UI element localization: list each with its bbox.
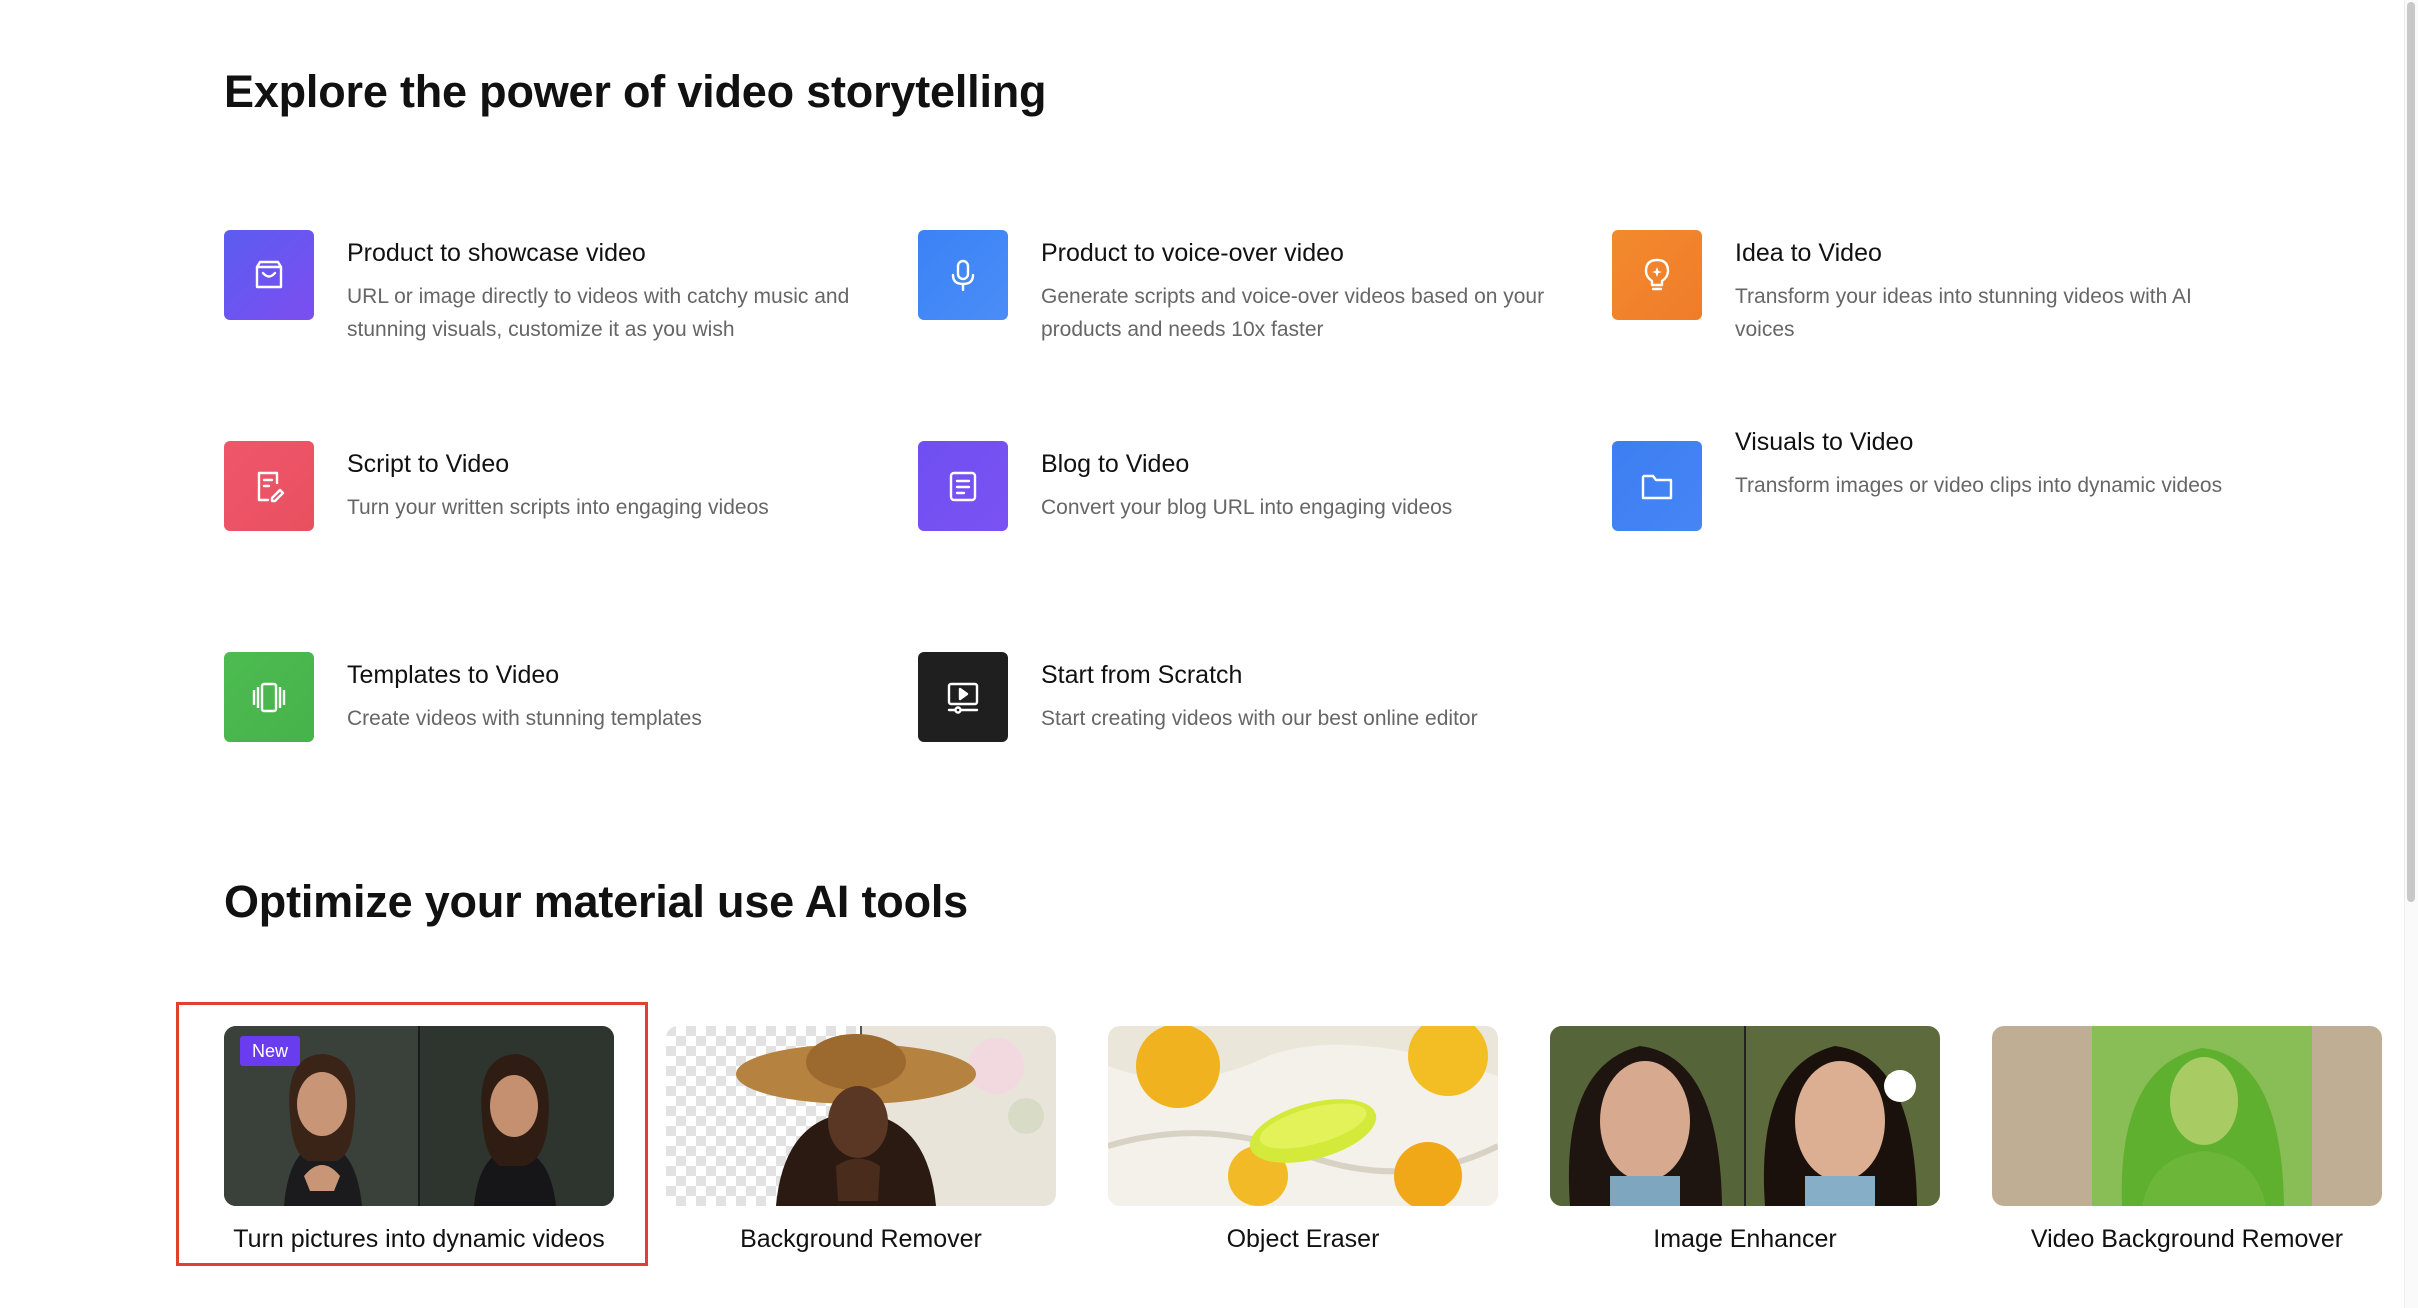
feature-description: Transform your ideas into stunning video… bbox=[1735, 285, 2192, 341]
optimize-section-title: Optimize your material use AI tools bbox=[224, 876, 969, 927]
microphone-icon bbox=[918, 230, 1008, 320]
tool-video-background-remover[interactable]: Video Background Remover bbox=[1992, 1026, 2382, 1256]
folder-icon bbox=[1612, 441, 1702, 531]
shopping-bag-icon bbox=[224, 230, 314, 320]
feature-product-to-showcase-video[interactable]: Product to showcase video URL or image d… bbox=[224, 230, 864, 350]
tool-thumbnail bbox=[1992, 1026, 2382, 1206]
feature-title: Blog to Video bbox=[1041, 450, 1190, 478]
scrollbar-thumb[interactable] bbox=[2407, 2, 2415, 902]
feature-blog-to-video[interactable]: Blog to Video Convert your blog URL into… bbox=[918, 441, 1558, 561]
lightbulb-icon bbox=[1612, 230, 1702, 320]
templates-icon bbox=[224, 652, 314, 742]
tool-image-enhancer[interactable]: Image Enhancer bbox=[1550, 1026, 1940, 1256]
video-editor-icon bbox=[918, 652, 1008, 742]
feature-description: Convert your blog URL into engaging vide… bbox=[1041, 496, 1453, 519]
feature-title: Idea to Video bbox=[1735, 239, 1882, 267]
tool-thumbnail bbox=[1108, 1026, 1498, 1206]
tool-label: Image Enhancer bbox=[1653, 1225, 1837, 1253]
script-edit-icon bbox=[224, 441, 314, 531]
tool-background-remover[interactable]: Background Remover bbox=[666, 1026, 1056, 1256]
tool-turn-pictures-into-dynamic-videos[interactable]: New Turn pictures into dynamic videos bbox=[224, 1026, 614, 1256]
document-lines-icon bbox=[918, 441, 1008, 531]
tool-label: Turn pictures into dynamic videos bbox=[233, 1225, 605, 1253]
scrollbar[interactable] bbox=[2404, 0, 2418, 1308]
tool-label: Object Eraser bbox=[1226, 1225, 1380, 1253]
feature-title: Product to showcase video bbox=[347, 239, 646, 267]
feature-title: Product to voice-over video bbox=[1041, 239, 1344, 267]
tool-thumbnail: New bbox=[224, 1026, 614, 1206]
feature-visuals-to-video[interactable]: Visuals to Video Transform images or vid… bbox=[1612, 428, 2252, 561]
feature-templates-to-video[interactable]: Templates to Video Create videos with st… bbox=[224, 652, 864, 772]
feature-title: Templates to Video bbox=[347, 661, 560, 689]
new-badge: New bbox=[240, 1036, 301, 1066]
feature-description: Generate scripts and voice-over videos b… bbox=[1041, 285, 1545, 341]
feature-description: Start creating videos with our best onli… bbox=[1041, 707, 1478, 730]
explore-section-title: Explore the power of video storytelling bbox=[224, 66, 1047, 117]
feature-title: Visuals to Video bbox=[1735, 428, 1914, 456]
feature-idea-to-video[interactable]: Idea to Video Transform your ideas into … bbox=[1612, 230, 2252, 350]
feature-title: Start from Scratch bbox=[1041, 661, 1243, 689]
feature-description: Transform images or video clips into dyn… bbox=[1735, 474, 2223, 497]
feature-start-from-scratch[interactable]: Start from Scratch Start creating videos… bbox=[918, 652, 1558, 772]
feature-title: Script to Video bbox=[347, 450, 510, 478]
feature-description: Create videos with stunning templates bbox=[347, 707, 702, 730]
feature-description: URL or image directly to videos with cat… bbox=[347, 285, 850, 341]
tool-object-eraser[interactable]: Object Eraser bbox=[1108, 1026, 1498, 1256]
tool-thumbnail bbox=[666, 1026, 1056, 1206]
tool-label: Video Background Remover bbox=[2030, 1225, 2344, 1253]
feature-description: Turn your written scripts into engaging … bbox=[347, 496, 769, 519]
tool-thumbnail bbox=[1550, 1026, 1940, 1206]
feature-product-to-voice-over-video[interactable]: Product to voice-over video Generate scr… bbox=[918, 230, 1558, 350]
tool-label: Background Remover bbox=[740, 1225, 982, 1253]
feature-script-to-video[interactable]: Script to Video Turn your written script… bbox=[224, 441, 864, 561]
page: Explore the power of video storytelling … bbox=[0, 0, 2418, 1308]
